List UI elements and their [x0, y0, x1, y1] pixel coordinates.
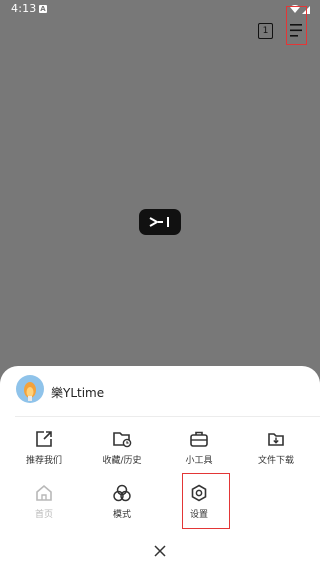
close-button[interactable] [152, 543, 168, 559]
home-icon [36, 484, 52, 501]
share-icon [36, 431, 52, 447]
menu-item-label: 模式 [112, 510, 131, 520]
menu-item-label: 文件下载 [257, 456, 294, 466]
folder-clock-icon [113, 432, 132, 448]
hamburger-menu-icon [290, 24, 302, 37]
settings-highlight-box [182, 473, 230, 529]
close-icon [154, 545, 166, 557]
menu-item-recommend[interactable]: 推荐我们 [4, 428, 84, 478]
bottom-sheet-menu: 樂YLtime 推荐我们 收藏/历史 小工具 文件下载 首页 模式 设置 [0, 366, 320, 568]
menu-item-label: 小工具 [185, 456, 213, 466]
tab-count-button[interactable]: 1 [258, 23, 273, 39]
menu-item-label: 推荐我们 [25, 456, 62, 466]
divider [15, 416, 320, 417]
logo-icon [149, 217, 169, 227]
menu-item-label: 收藏/历史 [102, 456, 142, 466]
menu-item-favorites-history[interactable]: 收藏/历史 [82, 428, 162, 478]
menu-item-label: 首页 [34, 510, 53, 520]
notification-icon: A [39, 5, 47, 13]
toolbox-icon [190, 431, 208, 447]
menu-item-home[interactable]: 首页 [4, 482, 84, 532]
menu-button[interactable] [286, 6, 307, 45]
app-logo [139, 209, 181, 235]
avatar-image-icon [24, 382, 36, 401]
avatar[interactable] [16, 375, 44, 403]
menu-item-downloads[interactable]: 文件下载 [236, 428, 316, 478]
mode-circles-icon [113, 484, 131, 502]
menu-item-mode[interactable]: 模式 [82, 482, 162, 532]
status-bar: 4:13 A [0, 0, 320, 18]
file-download-icon [268, 433, 284, 446]
username[interactable]: 樂YLtime [51, 384, 104, 401]
menu-item-tools[interactable]: 小工具 [159, 428, 239, 478]
status-time: 4:13 [11, 2, 37, 15]
